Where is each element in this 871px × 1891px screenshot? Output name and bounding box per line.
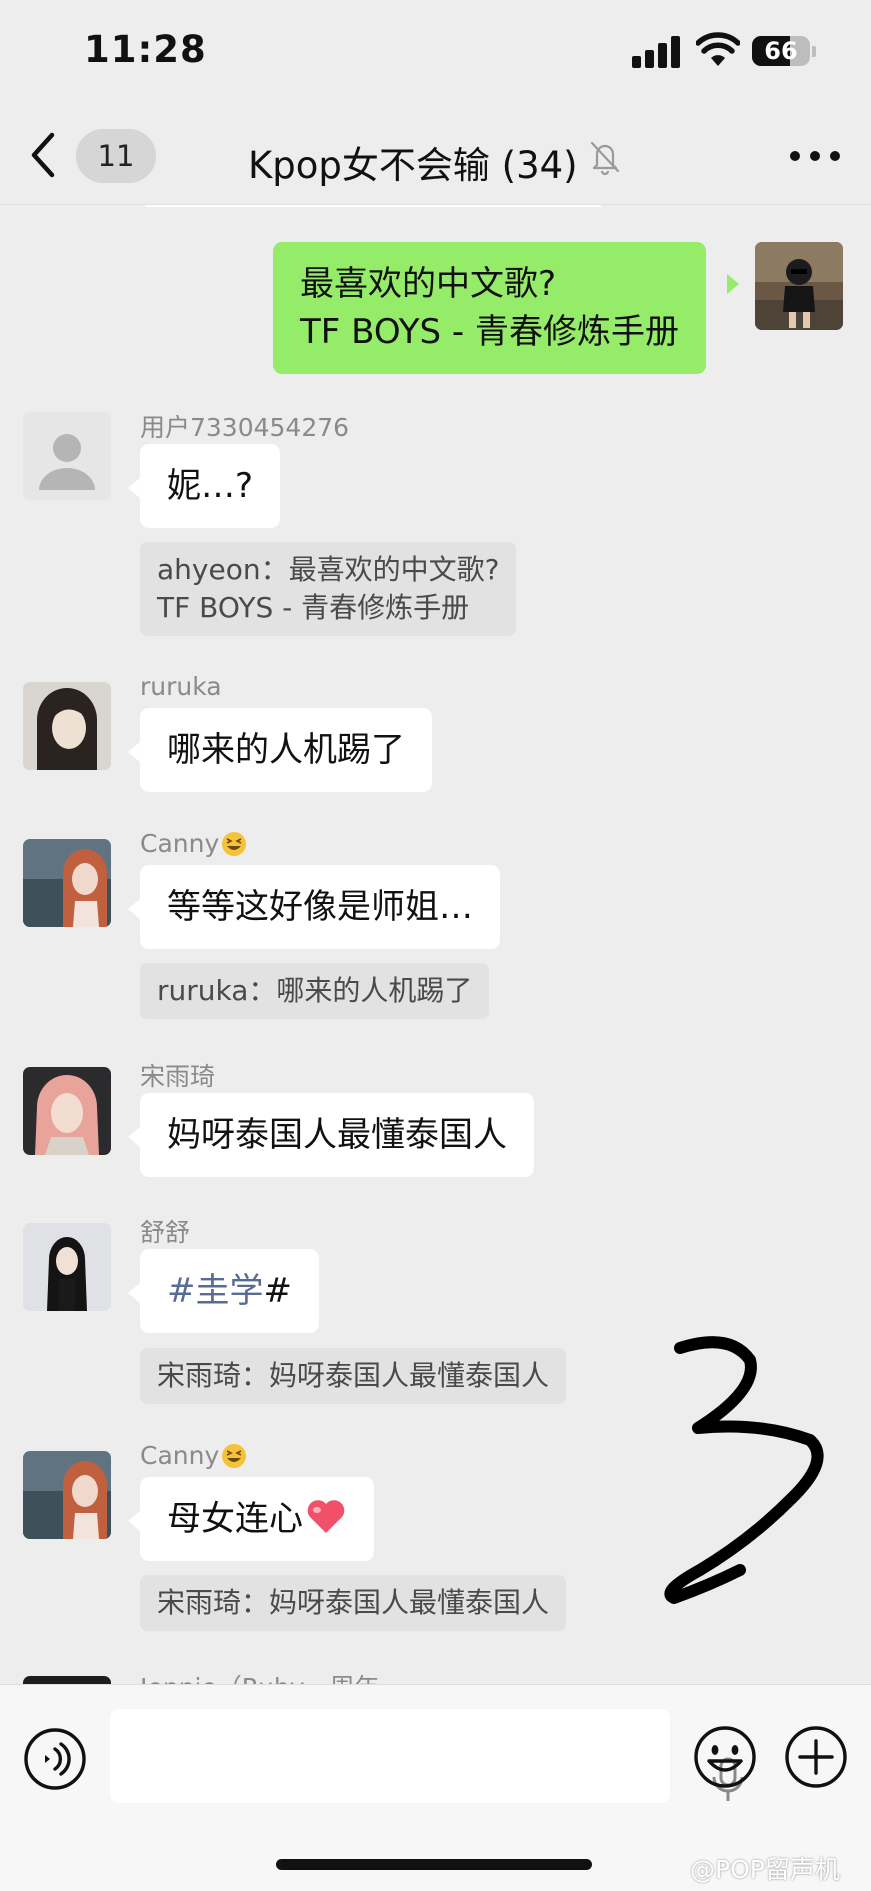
voice-input-icon[interactable] — [23, 1727, 87, 1791]
message-text: # — [263, 1271, 293, 1311]
cellular-signal-icon — [632, 36, 680, 68]
bubble-tail — [128, 478, 140, 498]
sender-name: 宋雨琦 — [140, 1062, 216, 1091]
battery-icon: 66 — [752, 36, 810, 66]
handwritten-scribble — [664, 1336, 824, 1604]
avatar[interactable] — [23, 1067, 111, 1155]
avatar[interactable] — [755, 242, 843, 330]
sender-name: Canny — [140, 829, 247, 858]
bubble-tail — [128, 899, 140, 919]
message-bubble[interactable]: 妮…? — [140, 444, 281, 528]
message-bubble[interactable]: 等等这好像是师姐… — [140, 865, 500, 949]
hashtag-link[interactable]: #圭学 — [167, 1271, 264, 1311]
bubble-tail — [128, 1127, 140, 1147]
battery-tip — [812, 46, 816, 57]
avatar[interactable] — [23, 1451, 111, 1539]
avatar[interactable] — [23, 1223, 111, 1311]
quote-line: ahyeon：最喜欢的中文歌? — [157, 553, 500, 586]
grinning-squint-emoji-icon — [222, 832, 247, 856]
sender-name-text: Canny — [140, 829, 220, 858]
message-bubble[interactable]: 母女连心 — [140, 1477, 374, 1561]
watermark: @POP留声机 — [690, 1855, 840, 1884]
quoted-message[interactable]: ruruka：哪来的人机踢了 — [140, 963, 490, 1019]
message-bubble[interactable]: 妈呀泰国人最懂泰国人 — [140, 1093, 534, 1177]
more-options-icon[interactable] — [790, 151, 840, 163]
quote-line: TF BOYS - 青春修炼手册 — [157, 591, 470, 624]
bubble-tail — [128, 742, 140, 762]
message-line: TF BOYS - 青春修炼手册 — [300, 312, 679, 352]
message-input[interactable] — [110, 1709, 744, 1803]
avatar-default[interactable] — [23, 412, 111, 500]
bubble-tail — [128, 1511, 140, 1531]
bubble-tail — [727, 274, 739, 294]
bell-off-icon — [590, 141, 620, 175]
chat-header: 11 Kpop女不会输 (34) — [0, 105, 871, 205]
grinning-squint-emoji-icon — [222, 1444, 247, 1468]
chat-title: Kpop女不会输 (34) — [248, 144, 578, 187]
sender-name: ruruka — [140, 672, 222, 701]
quoted-message[interactable]: ahyeon：最喜欢的中文歌? TF BOYS - 青春修炼手册 — [140, 542, 517, 636]
avatar[interactable] — [23, 839, 111, 927]
message-bubble[interactable]: #圭学# — [140, 1249, 319, 1333]
heart-emoji-icon — [307, 1500, 345, 1533]
add-attachment-icon[interactable] — [784, 1725, 848, 1789]
message-bubble[interactable]: 哪来的人机踢了 — [140, 708, 432, 792]
sender-name: 用户7330454276 — [140, 413, 350, 442]
back-arrow-icon[interactable] — [26, 131, 60, 179]
message-bubble[interactable]: 最喜欢的中文歌? TF BOYS - 青春修炼手册 — [273, 242, 706, 374]
unread-count-badge[interactable]: 11 — [76, 129, 156, 183]
sender-name: 舒舒 — [140, 1218, 191, 1247]
home-indicator[interactable] — [276, 1859, 592, 1870]
quoted-message[interactable]: 宋雨琦：妈呀泰国人最懂泰国人 — [140, 1575, 567, 1631]
status-time: 11:28 — [84, 28, 207, 71]
battery-percent: 66 — [764, 37, 798, 65]
sender-name: Canny — [140, 1441, 247, 1470]
quoted-message[interactable]: 宋雨琦：妈呀泰国人最懂泰国人 — [140, 1348, 567, 1404]
emoji-icon[interactable] — [693, 1725, 757, 1789]
wifi-icon — [696, 32, 740, 66]
message-text: 母女连心 — [167, 1499, 303, 1539]
sender-name-text: Canny — [140, 1441, 220, 1470]
status-bar: 11:28 66 — [0, 0, 871, 105]
bubble-tail — [128, 1283, 140, 1303]
header-divider — [145, 205, 601, 207]
message-line: 最喜欢的中文歌? — [300, 264, 557, 304]
avatar[interactable] — [23, 682, 111, 770]
